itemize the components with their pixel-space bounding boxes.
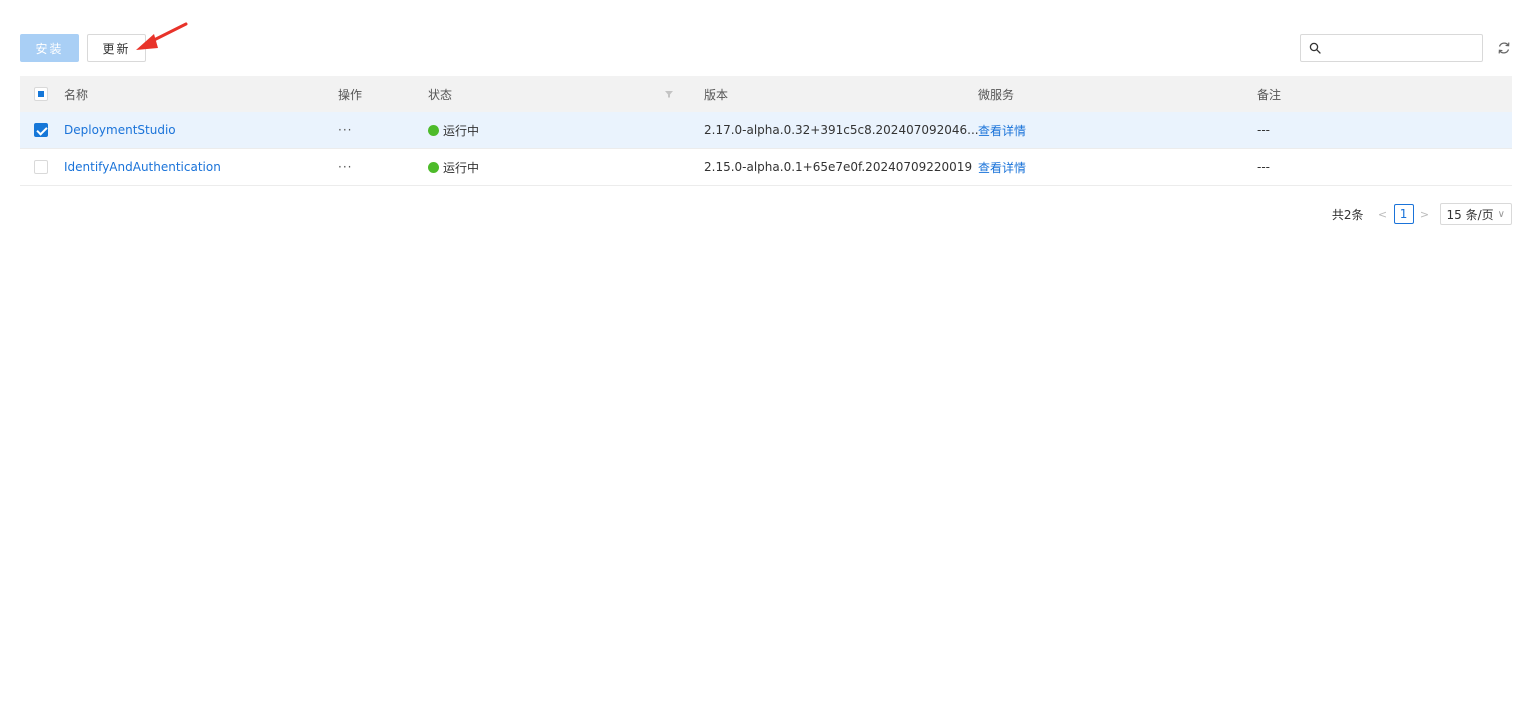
version-text: 2.17.0-alpha.0.32+391c5c8.202407092046..… <box>704 123 979 137</box>
total-count: 共2条 <box>1331 207 1364 222</box>
toolbar: 安装 更新 <box>20 22 1512 64</box>
select-all-checkbox[interactable] <box>34 87 48 101</box>
search-input[interactable] <box>1321 36 1482 60</box>
app-name-link[interactable]: IdentifyAndAuthentication <box>64 149 221 185</box>
version-text: 2.15.0-alpha.0.1+65e7e0f.20240709220019 <box>704 160 973 174</box>
column-header-name: 名称 <box>64 87 89 102</box>
pagination: 共2条 < 1 > 15 条/页 ∨ <box>1332 203 1512 225</box>
select-all-cell <box>34 76 50 112</box>
page-size-select[interactable]: 15 条/页 ∨ <box>1439 203 1512 225</box>
note-text: --- <box>1257 160 1270 174</box>
column-header-status: 状态 <box>428 87 453 102</box>
column-header-note: 备注 <box>1257 87 1282 102</box>
chevron-down-icon: ∨ <box>1497 208 1505 220</box>
filter-icon[interactable] <box>664 89 674 99</box>
page-size-value: 15 条/页 <box>1446 207 1494 222</box>
table-header: 名称 操作 状态 版本 微服务 备注 <box>20 76 1512 112</box>
view-details-link[interactable]: 查看详情 <box>978 112 1026 148</box>
install-button[interactable]: 安装 <box>20 34 79 62</box>
more-actions-button[interactable]: ··· <box>338 112 352 148</box>
app-name-link[interactable]: DeploymentStudio <box>64 112 176 148</box>
column-header-microservice: 微服务 <box>978 87 1015 102</box>
status-text: 运行中 <box>443 160 480 175</box>
status-running-dot <box>428 161 439 173</box>
table-row[interactable]: IdentifyAndAuthentication ··· 运行中 2.15.0… <box>20 149 1512 186</box>
search-box[interactable] <box>1300 34 1483 62</box>
column-header-operation: 操作 <box>338 87 363 102</box>
note-text: --- <box>1257 123 1270 137</box>
view-details-link[interactable]: 查看详情 <box>978 149 1026 185</box>
row-checkbox[interactable] <box>34 123 48 137</box>
status-running-dot <box>428 124 439 136</box>
status-cell: 运行中 <box>428 112 479 148</box>
search-icon <box>1309 42 1321 54</box>
next-page-button[interactable]: > <box>1418 208 1432 221</box>
page-1-button[interactable]: 1 <box>1393 204 1414 224</box>
row-check-cell <box>34 112 50 148</box>
status-filter-cell <box>664 76 674 112</box>
annotation-arrow <box>136 22 188 50</box>
more-actions-button[interactable]: ··· <box>338 149 352 185</box>
refresh-icon[interactable] <box>1496 40 1512 56</box>
apps-table: 名称 操作 状态 版本 微服务 备注 DeploymentStudio ··· … <box>20 76 1512 186</box>
table-row[interactable]: DeploymentStudio ··· 运行中 2.17.0-alpha.0.… <box>20 112 1512 149</box>
row-checkbox[interactable] <box>34 160 48 174</box>
status-cell: 运行中 <box>428 149 479 185</box>
row-check-cell <box>34 149 50 185</box>
prev-page-button[interactable]: < <box>1376 208 1390 221</box>
column-header-version: 版本 <box>704 87 729 102</box>
status-text: 运行中 <box>443 123 480 138</box>
